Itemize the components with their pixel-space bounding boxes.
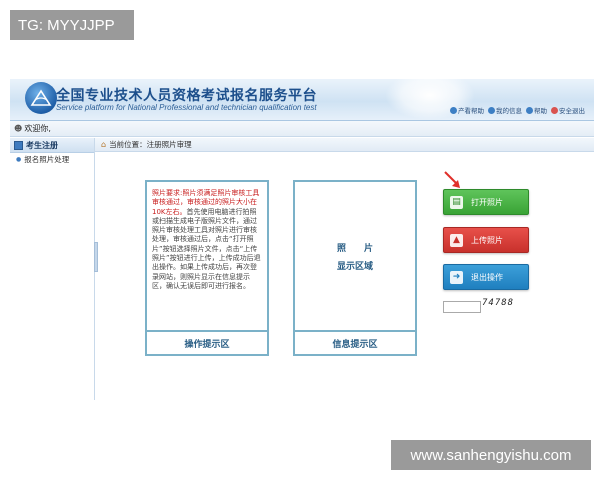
info-hint-label: 信息提示区: [295, 330, 415, 354]
upload-icon: ▲: [450, 233, 463, 247]
display-area-label: 显示区域: [336, 262, 373, 272]
link-my-info-label: 我的信息: [496, 107, 522, 115]
site-watermark-text: www.sanhengyishu.com: [410, 446, 572, 464]
channel-badge-text: TG: MYYJJPP: [18, 16, 115, 34]
site-watermark: www.sanhengyishu.com: [391, 440, 591, 470]
open-photo-button[interactable]: ▤ 打开照片: [443, 189, 529, 215]
platform-subtitle: Service platform for National Profession…: [56, 103, 317, 112]
info-hint-panel: 照 片 显示区域 信息提示区: [293, 180, 417, 356]
sidebar-collapse-handle[interactable]: [94, 242, 98, 272]
link-view-help[interactable]: 产看帮助: [450, 105, 484, 115]
link-my-info[interactable]: 我的信息: [488, 105, 522, 115]
upload-photo-label: 上传照片: [471, 235, 503, 245]
photo-label: 照 片: [336, 244, 373, 254]
breadcrumb-text: 当前位置：注册照片审理: [109, 140, 192, 149]
exit-button[interactable]: ➜ 退出操作: [443, 264, 529, 290]
photo-display-area: 照 片 显示区域: [295, 240, 415, 276]
user-icon: ☻: [14, 124, 23, 133]
exit-label: 退出操作: [471, 272, 503, 282]
folder-icon: ▤: [450, 195, 463, 209]
link-help[interactable]: 帮助: [526, 105, 547, 115]
channel-badge: TG: MYYJJPP: [10, 10, 134, 40]
link-logout-label: 安全退出: [559, 107, 585, 115]
pointer-arrow-icon: [444, 171, 460, 188]
help-icon: [450, 106, 457, 114]
sidebar-item-photo-processing[interactable]: ● 报名照片处理: [10, 153, 94, 166]
upload-photo-button[interactable]: ▲ 上传照片: [443, 227, 529, 253]
sidebar: 考生注册 ● 报名照片处理: [10, 138, 95, 400]
breadcrumb: ⌂ 当前位置：注册照片审理: [95, 138, 594, 152]
operation-steps-text: 首先使用电脑进行拍照或扫描生成电子版照片文件，通过照片审核处理工具对照片进行审核…: [152, 207, 261, 290]
header-banner: 全国专业技术人员资格考试报名服务平台 Service platform for …: [10, 79, 594, 121]
operation-hint-text: 照片要求:照片须满足照片审核工具审核通过，审核通过的照片大小在10K左右。首先使…: [152, 189, 262, 291]
open-photo-label: 打开照片: [471, 197, 503, 207]
logo-globe-icon: [25, 82, 57, 114]
welcome-text: 欢迎你,: [24, 124, 51, 133]
home-icon: ⌂: [101, 140, 107, 149]
captcha-code[interactable]: 74788: [482, 298, 514, 308]
power-icon: [551, 106, 558, 114]
platform-title: 全国专业技术人员资格考试报名服务平台: [56, 88, 317, 104]
sidebar-section-register[interactable]: 考生注册: [10, 138, 94, 153]
exit-icon: ➜: [450, 270, 463, 284]
operation-hint-panel: 照片要求:照片须满足照片审核工具审核通过，审核通过的照片大小在10K左右。首先使…: [145, 180, 269, 356]
user-info-icon: [488, 106, 495, 114]
captcha-input[interactable]: [443, 301, 481, 313]
user-bar: ☻ 欢迎你,: [10, 121, 594, 137]
sidebar-section-title: 考生注册: [26, 140, 58, 150]
section-icon: [14, 140, 23, 150]
top-links: 产看帮助 我的信息 帮助 安全退出: [450, 105, 585, 115]
help-circle-icon: [526, 106, 533, 114]
link-logout[interactable]: 安全退出: [551, 105, 585, 115]
bullet-icon: ●: [16, 156, 22, 163]
sidebar-item-label: 报名照片处理: [24, 155, 70, 164]
link-help-label: 帮助: [534, 107, 547, 115]
logo-mark-icon: [30, 89, 52, 106]
link-view-help-label: 产看帮助: [458, 107, 484, 115]
operation-hint-label: 操作提示区: [147, 330, 267, 354]
